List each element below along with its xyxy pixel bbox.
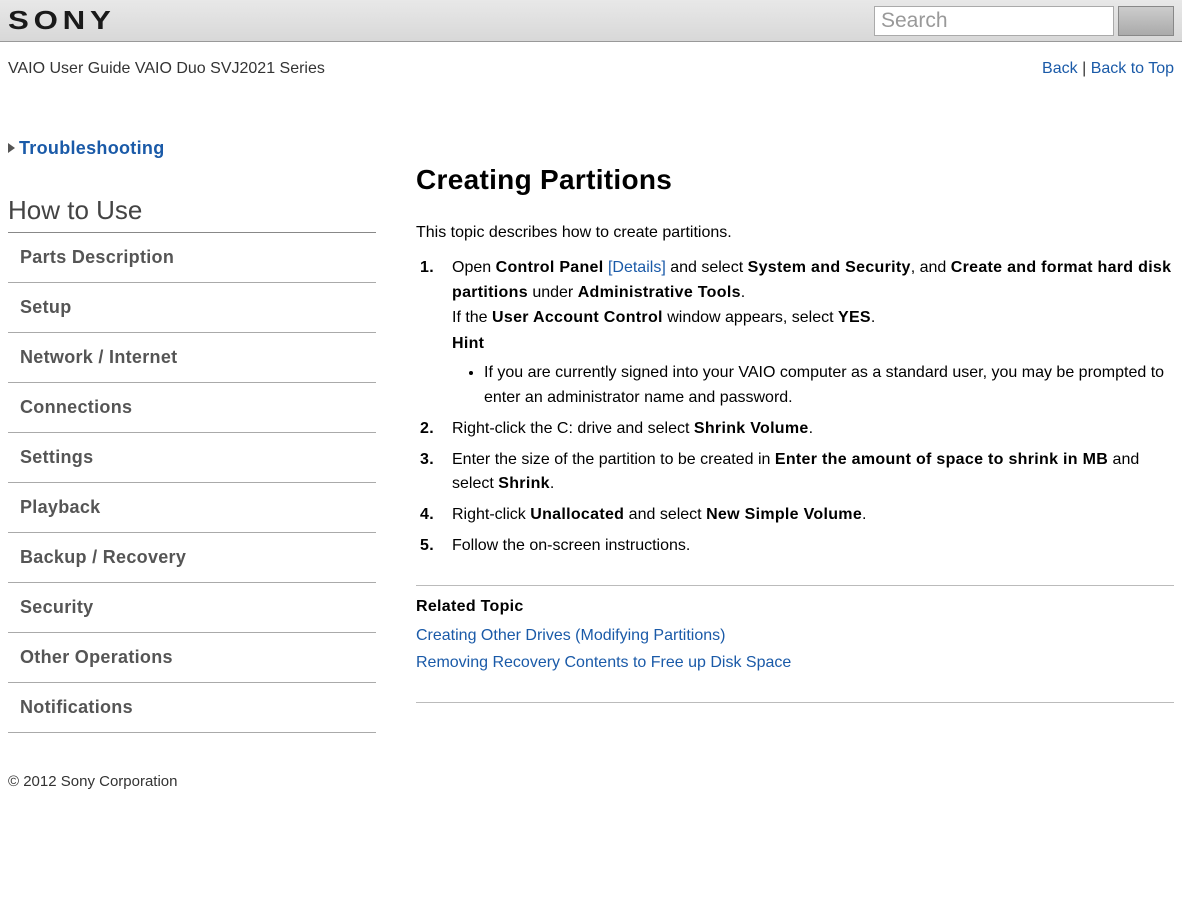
- sidebar-item-parts-description[interactable]: Parts Description: [8, 233, 376, 283]
- sidebar-item-security[interactable]: Security: [8, 583, 376, 633]
- back-link[interactable]: Back: [1042, 60, 1078, 77]
- related-links: Creating Other Drives (Modifying Partiti…: [416, 622, 1174, 676]
- sidebar: Troubleshooting How to Use Parts Descrip…: [8, 138, 376, 733]
- hint-label: Hint: [452, 332, 1174, 357]
- content-wrap: Troubleshooting How to Use Parts Descrip…: [0, 78, 1182, 733]
- hint-list: If you are currently signed into your VA…: [452, 361, 1174, 411]
- hint-item: If you are currently signed into your VA…: [484, 361, 1174, 411]
- guide-title: VAIO User Guide VAIO Duo SVJ2021 Series: [8, 60, 325, 78]
- search-group: [874, 6, 1174, 36]
- nav-links: Back | Back to Top: [1042, 60, 1174, 78]
- sidebar-item-notifications[interactable]: Notifications: [8, 683, 376, 733]
- step-1: Open Control Panel [Details] and select …: [442, 256, 1174, 411]
- page-title: Creating Partitions: [416, 164, 1174, 196]
- separator: [416, 585, 1174, 586]
- separator-2: [416, 702, 1174, 703]
- related-link-2[interactable]: Removing Recovery Contents to Free up Di…: [416, 649, 1174, 676]
- step-5: Follow the on-screen instructions.: [442, 534, 1174, 559]
- details-link[interactable]: [Details]: [604, 259, 666, 276]
- troubleshooting-link[interactable]: Troubleshooting: [8, 138, 376, 159]
- sidebar-item-network-internet[interactable]: Network / Internet: [8, 333, 376, 383]
- related-link-1[interactable]: Creating Other Drives (Modifying Partiti…: [416, 622, 1174, 649]
- sidebar-item-settings[interactable]: Settings: [8, 433, 376, 483]
- intro-text: This topic describes how to create parti…: [416, 224, 1174, 242]
- how-to-use-heading: How to Use: [8, 195, 376, 233]
- related-topic-label: Related Topic: [416, 598, 1174, 616]
- steps-list: Open Control Panel [Details] and select …: [416, 256, 1174, 559]
- sidebar-item-other-operations[interactable]: Other Operations: [8, 633, 376, 683]
- footer-copyright: © 2012 Sony Corporation: [0, 733, 1182, 810]
- sidebar-list: Parts Description Setup Network / Intern…: [8, 233, 376, 733]
- arrow-right-icon: [8, 143, 15, 153]
- back-to-top-link[interactable]: Back to Top: [1091, 60, 1174, 77]
- sidebar-item-playback[interactable]: Playback: [8, 483, 376, 533]
- search-input[interactable]: [874, 6, 1114, 36]
- search-button[interactable]: [1118, 6, 1174, 36]
- step-4: Right-click Unallocated and select New S…: [442, 503, 1174, 528]
- sidebar-item-backup-recovery[interactable]: Backup / Recovery: [8, 533, 376, 583]
- main-content: Creating Partitions This topic describes…: [416, 138, 1174, 733]
- sidebar-item-setup[interactable]: Setup: [8, 283, 376, 333]
- top-bar: SONY: [0, 0, 1182, 42]
- step-3: Enter the size of the partition to be cr…: [442, 448, 1174, 498]
- step-2: Right-click the C: drive and select Shri…: [442, 417, 1174, 442]
- sub-header: VAIO User Guide VAIO Duo SVJ2021 Series …: [0, 42, 1182, 78]
- sidebar-item-connections[interactable]: Connections: [8, 383, 376, 433]
- nav-separator: |: [1082, 60, 1091, 77]
- sony-logo: SONY: [8, 5, 116, 36]
- troubleshooting-label: Troubleshooting: [19, 138, 165, 158]
